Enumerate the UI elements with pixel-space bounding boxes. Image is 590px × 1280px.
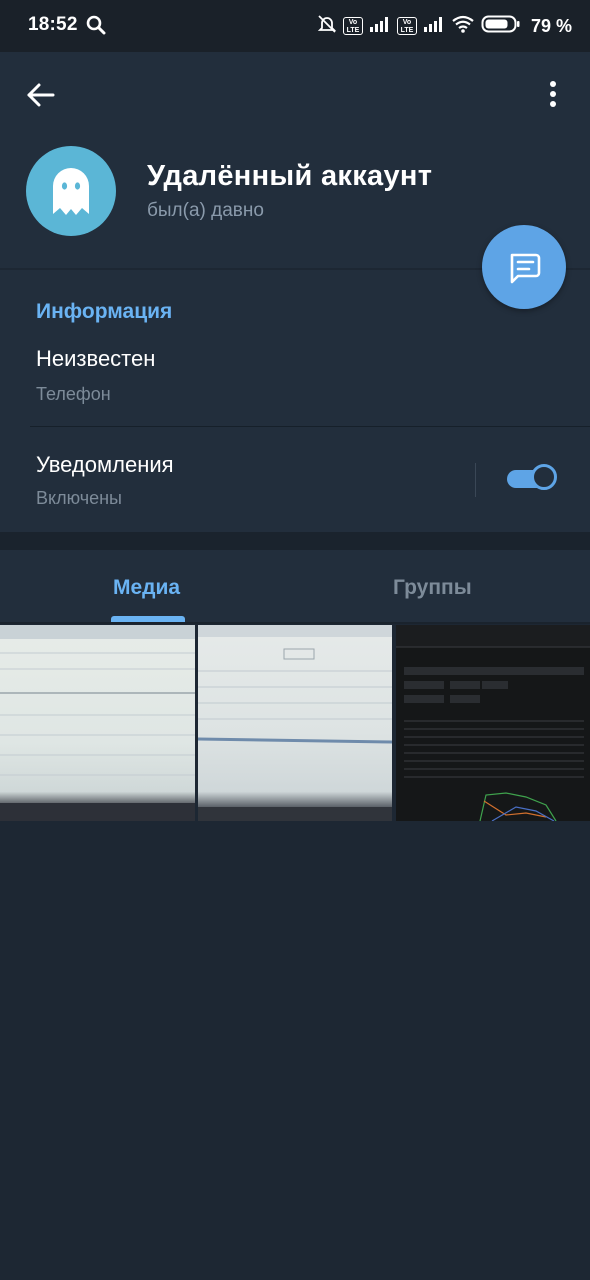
section-gap <box>0 532 590 550</box>
message-button[interactable] <box>482 225 566 309</box>
back-button[interactable] <box>26 82 56 108</box>
media-thumbnail[interactable] <box>0 625 195 821</box>
photo-image <box>0 625 195 821</box>
tabs-border <box>0 622 590 624</box>
divider <box>30 426 590 427</box>
signal-icon <box>423 16 445 37</box>
volte-icon: Vo LTE <box>342 17 363 35</box>
notifications-title: Уведомления <box>36 452 174 477</box>
volte-icon: Vo LTE <box>396 17 417 35</box>
battery-icon <box>481 14 521 39</box>
notifications-toggle[interactable] <box>507 464 557 490</box>
more-vertical-icon <box>550 81 556 107</box>
media-thumbnail[interactable] <box>198 625 392 821</box>
wifi-icon <box>451 15 475 38</box>
status-bar: 18:52 Vo LTE Vo LTE 79 % <box>0 0 590 52</box>
signal-icon <box>369 16 391 37</box>
search-icon <box>86 15 106 40</box>
media-grid <box>0 625 590 821</box>
media-thumbnail[interactable] <box>396 625 590 821</box>
battery-percent: 79 % <box>530 15 572 36</box>
screenshot-image <box>396 625 590 821</box>
silent-alarm-icon <box>317 14 337 39</box>
photo-image <box>198 625 392 821</box>
tab-media[interactable]: Медиа <box>113 576 180 600</box>
status-time: 18:52 <box>28 14 78 35</box>
vertical-divider <box>475 463 476 497</box>
media-tabs: Медиа Группы <box>0 550 590 622</box>
ghost-icon <box>53 168 89 215</box>
arrow-left-icon <box>27 83 55 107</box>
notifications-state: Включены <box>36 488 122 508</box>
more-options-button[interactable] <box>545 80 561 110</box>
tab-groups[interactable]: Группы <box>393 576 472 600</box>
toggle-knob <box>531 464 557 490</box>
info-section-title: Информация <box>36 300 173 323</box>
phone-label: Телефон <box>36 384 111 404</box>
last-seen-status: был(а) давно <box>147 200 264 221</box>
avatar[interactable] <box>26 146 116 236</box>
phone-value: Неизвестен <box>36 346 156 371</box>
profile-name: Удалённый аккаунт <box>147 160 433 192</box>
message-icon <box>510 253 541 284</box>
